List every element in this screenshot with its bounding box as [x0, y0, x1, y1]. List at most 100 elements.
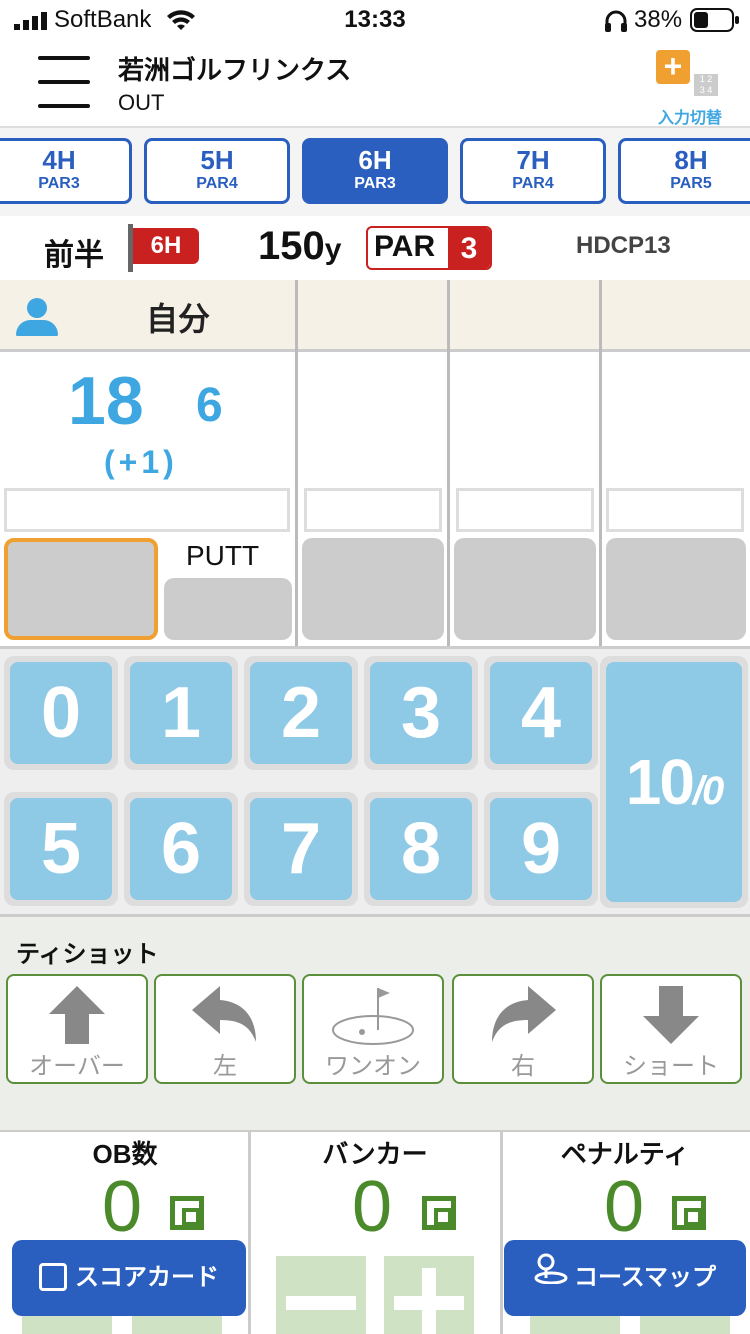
- tab-hole-8[interactable]: 8H PAR5: [618, 138, 750, 204]
- memo-field[interactable]: [456, 488, 594, 532]
- tee-option-label: 左: [213, 1053, 237, 1080]
- menu-icon[interactable]: [38, 56, 90, 110]
- key-label: 1: [130, 662, 232, 764]
- bunker-count: 0: [352, 1167, 393, 1247]
- key-5[interactable]: 5: [4, 792, 118, 906]
- key-0[interactable]: 0: [4, 656, 118, 770]
- stroke-input[interactable]: [606, 538, 746, 640]
- key-label: 7: [250, 798, 352, 900]
- key-label: 5: [10, 798, 112, 900]
- tee-shot-label: ティショット: [16, 941, 159, 968]
- half-label: 前半: [44, 239, 104, 272]
- bunker-plus-button[interactable]: [384, 1256, 474, 1334]
- map-pin-icon: [534, 1239, 568, 1315]
- yardage: 150y: [258, 224, 341, 269]
- tee-option-label: ワンオン: [325, 1053, 421, 1080]
- person-icon: [16, 298, 58, 338]
- tab-hole-4[interactable]: 4H PAR3: [0, 138, 132, 204]
- tab-hole-6[interactable]: 6H PAR3: [302, 138, 448, 204]
- key-label: 9: [490, 798, 592, 900]
- memo-field[interactable]: [4, 488, 290, 532]
- column-divider: [599, 280, 602, 646]
- putt-label: PUTT: [186, 540, 260, 571]
- tab-par-label: PAR3: [354, 175, 396, 192]
- column-divider: [295, 280, 298, 646]
- course-map-button[interactable]: コースマップ: [504, 1240, 746, 1316]
- tab-par-label: PAR3: [38, 175, 80, 192]
- stroke-input[interactable]: [302, 538, 444, 640]
- flag-hole-label: 6H: [133, 228, 199, 264]
- tab-hole-5[interactable]: 5H PAR4: [144, 138, 290, 204]
- arrow-right-curve-icon: [454, 976, 592, 1046]
- memo-field[interactable]: [304, 488, 442, 532]
- ob-count: 0: [102, 1167, 143, 1247]
- scorecard-button[interactable]: スコアカード: [12, 1240, 246, 1316]
- plus-icon: +: [656, 50, 690, 84]
- tab-par-label: PAR4: [512, 175, 554, 192]
- arrow-left-curve-icon: [156, 976, 294, 1046]
- hole-info: 前半 6H 150y PAR 3 HDCP13: [0, 216, 750, 280]
- key-label: 3: [370, 662, 472, 764]
- scorecard-icon: [39, 1262, 67, 1291]
- tab-hole-7[interactable]: 7H PAR4: [460, 138, 606, 204]
- tee-left-button[interactable]: 左: [154, 974, 296, 1084]
- key-10[interactable]: 10/0: [600, 656, 748, 908]
- stroke-input[interactable]: [454, 538, 596, 640]
- course-half: OUT: [118, 90, 165, 115]
- key-6[interactable]: 6: [124, 792, 238, 906]
- hole-tabs: 4H PAR3 5H PAR4 6H PAR3 7H PAR4 8H PAR5: [0, 128, 750, 216]
- battery-icon: [690, 8, 740, 32]
- player-name: 自分: [146, 301, 211, 337]
- column-divider: [447, 280, 450, 646]
- tee-option-label: オーバー: [29, 1053, 125, 1080]
- flag-icon: 6H: [128, 224, 200, 272]
- par-label: PAR: [374, 230, 436, 263]
- arrow-up-icon: [8, 976, 146, 1046]
- tee-right-button[interactable]: 右: [452, 974, 594, 1084]
- tee-short-button[interactable]: ショート: [600, 974, 742, 1084]
- stroke-input[interactable]: [4, 538, 158, 640]
- key-label: 6: [130, 798, 232, 900]
- total-score: 18: [68, 363, 144, 439]
- key-label: 10: [625, 746, 695, 818]
- app-header: 若洲ゴルフリンクス OUT + 1 2 3 4 入力切替: [0, 42, 750, 128]
- input-switch-label: 入力切替: [657, 110, 722, 127]
- arrow-down-icon: [602, 976, 740, 1046]
- headphones-icon: [604, 10, 628, 32]
- count-unit-icon: [170, 1196, 204, 1230]
- key-label: 2: [250, 662, 352, 764]
- input-switch-button[interactable]: + 1 2 3 4 入力切替: [650, 48, 730, 127]
- count-unit-icon: [672, 1196, 706, 1230]
- key-2[interactable]: 2: [244, 656, 358, 770]
- key-label: 4: [490, 662, 592, 764]
- tee-on-green-button[interactable]: ワンオン: [302, 974, 444, 1084]
- tab-hole-label: 5H: [200, 145, 234, 175]
- key-label: 0: [10, 662, 112, 764]
- course-name: 若洲ゴルフリンクス: [118, 55, 352, 85]
- tab-hole-label: 7H: [516, 145, 550, 175]
- putt-input[interactable]: [164, 578, 292, 640]
- key-9[interactable]: 9: [484, 792, 598, 906]
- grid-icon: 1 2 3 4: [694, 74, 718, 96]
- key-sublabel: /0: [692, 769, 724, 813]
- par-badge: PAR 3: [366, 226, 492, 270]
- tee-option-label: 右: [511, 1053, 535, 1080]
- memo-field[interactable]: [606, 488, 744, 532]
- penalty-count: 0: [604, 1167, 645, 1247]
- battery-percent: 38%: [634, 6, 683, 33]
- key-1[interactable]: 1: [124, 656, 238, 770]
- tab-hole-label: 8H: [674, 145, 708, 175]
- handicap: HDCP13: [576, 232, 671, 259]
- key-4[interactable]: 4: [484, 656, 598, 770]
- key-3[interactable]: 3: [364, 656, 478, 770]
- tee-over-button[interactable]: オーバー: [6, 974, 148, 1084]
- tee-option-label: ショート: [623, 1053, 719, 1080]
- key-8[interactable]: 8: [364, 792, 478, 906]
- player-header: [0, 280, 750, 352]
- green-flag-icon: [304, 976, 442, 1046]
- bunker-minus-button[interactable]: [276, 1256, 366, 1334]
- key-7[interactable]: 7: [244, 792, 358, 906]
- par-value: 3: [448, 228, 490, 268]
- scorecard-label: スコアカード: [75, 1264, 219, 1291]
- tab-hole-label: 4H: [42, 145, 76, 175]
